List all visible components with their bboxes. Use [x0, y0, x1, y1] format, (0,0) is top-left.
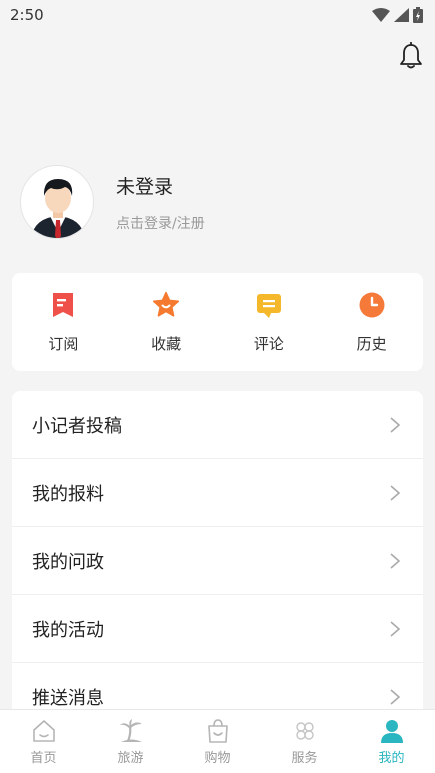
quick-action-label: 历史 — [356, 334, 387, 353]
tab-label: 我的 — [378, 750, 405, 766]
tab-travel[interactable]: 旅游 — [87, 718, 174, 766]
quick-action-comment[interactable]: 评论 — [224, 291, 314, 354]
quick-action-label: 收藏 — [151, 334, 182, 353]
status-time: 2:50 — [10, 6, 44, 24]
menu-item-my-reports[interactable]: 我的报料 — [12, 459, 423, 527]
tab-label: 购物 — [204, 750, 231, 766]
quick-action-label: 评论 — [253, 334, 284, 353]
bottom-tab-bar: 首页 旅游 购物 服务 我的 — [0, 709, 435, 773]
quick-action-subscribe[interactable]: 订阅 — [18, 291, 108, 354]
tab-shopping[interactable]: 购物 — [174, 718, 261, 766]
star-icon — [153, 291, 180, 317]
menu-item-label: 我的问政 — [32, 551, 104, 573]
clock-icon — [359, 292, 385, 317]
chevron-right-icon — [390, 688, 401, 705]
login-register-link[interactable]: 点击登录/注册 — [116, 213, 205, 233]
menu-item-label: 小记者投稿 — [32, 415, 122, 437]
tab-services[interactable]: 服务 — [261, 718, 348, 766]
menu-item-my-activities[interactable]: 我的活动 — [12, 595, 423, 663]
quick-action-favorite[interactable]: 收藏 — [121, 291, 211, 354]
user-icon — [380, 719, 403, 743]
quick-actions-card: 订阅 收藏 评论 历史 — [12, 273, 423, 371]
wifi-icon — [372, 8, 390, 22]
avatar-image — [31, 179, 85, 238]
status-bar: 2:50 — [0, 0, 435, 30]
service-icon — [295, 721, 314, 740]
menu-item-my-inquiries[interactable]: 我的问政 — [12, 527, 423, 595]
tab-home[interactable]: 首页 — [0, 718, 87, 766]
comment-icon — [256, 293, 281, 318]
palm-tree-icon — [119, 718, 142, 742]
menu-item-reporter-submission[interactable]: 小记者投稿 — [12, 391, 423, 459]
profile-text[interactable]: 未登录 点击登录/注册 — [116, 172, 205, 233]
quick-action-label: 订阅 — [48, 334, 79, 353]
profile-header[interactable]: 未登录 点击登录/注册 — [20, 165, 205, 239]
shopping-bag-icon — [207, 718, 228, 743]
menu-item-label: 我的活动 — [32, 619, 104, 641]
signal-icon — [394, 8, 409, 22]
status-icons — [372, 7, 423, 23]
avatar[interactable] — [20, 165, 94, 239]
bookmark-icon — [53, 292, 74, 317]
menu-list: 小记者投稿 我的报料 我的问政 我的活动 推送消息 — [12, 391, 423, 721]
chevron-right-icon — [390, 484, 401, 501]
chevron-right-icon — [390, 552, 401, 569]
quick-action-history[interactable]: 历史 — [327, 291, 417, 354]
menu-item-label: 我的报料 — [32, 483, 104, 505]
menu-item-label: 推送消息 — [32, 687, 104, 709]
home-icon — [32, 719, 55, 742]
tab-mine[interactable]: 我的 — [348, 718, 435, 766]
chevron-right-icon — [390, 416, 401, 433]
chevron-right-icon — [390, 620, 401, 637]
tab-label: 旅游 — [117, 750, 144, 766]
battery-icon — [413, 7, 423, 23]
profile-name: 未登录 — [116, 175, 174, 198]
tab-label: 服务 — [291, 750, 318, 766]
tab-label: 首页 — [30, 750, 57, 766]
bell-icon[interactable] — [399, 42, 423, 70]
